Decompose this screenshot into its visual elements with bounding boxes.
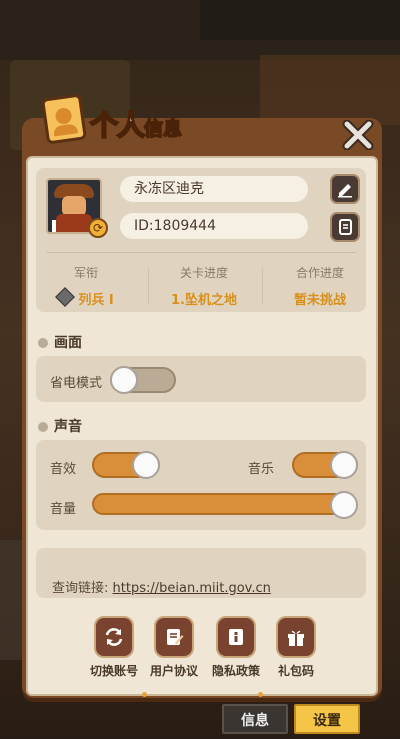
query-link-row: 查询链接: https://beian.miit.gov.cn (52, 581, 271, 596)
user-agreement-icon (167, 629, 184, 645)
profile-card-icon (40, 93, 88, 145)
sfx-label: 音效 (50, 462, 77, 477)
music-toggle[interactable] (292, 451, 358, 479)
slider-knob[interactable] (330, 491, 358, 519)
switch-account-icon (105, 628, 123, 646)
volume-label: 音量 (50, 502, 77, 517)
copy-id-button[interactable] (330, 212, 360, 242)
power-save-label: 省电模式 (50, 376, 103, 391)
pencil-icon (338, 184, 352, 198)
copy-icon (339, 219, 352, 235)
toggle-knob (110, 366, 138, 394)
player-name-field: 永冻区迪克 (120, 176, 308, 202)
user-agreement-button[interactable]: 用户协议 (146, 616, 202, 679)
sfx-toggle[interactable] (92, 451, 160, 479)
bullet-icon (38, 422, 48, 432)
display-section-title: 画面 (38, 332, 82, 352)
toggle-knob (132, 451, 160, 479)
sound-section-title: 声音 (38, 416, 82, 436)
panel-title: 个人信息 (89, 108, 183, 143)
close-button[interactable] (340, 120, 376, 150)
edit-name-button[interactable] (330, 174, 360, 204)
gift-code-button[interactable]: 礼包码 (268, 616, 324, 679)
close-icon (342, 120, 374, 150)
volume-slider[interactable] (92, 491, 358, 519)
privacy-policy-button[interactable]: 隐私政策 (208, 616, 264, 679)
toggle-knob (330, 451, 358, 479)
rank-badge-icon (55, 287, 76, 307)
change-avatar-icon[interactable]: ⟳ (88, 218, 108, 238)
privacy-policy-icon (229, 629, 243, 645)
switch-account-button[interactable]: 切换账号 (86, 616, 142, 679)
tab-settings[interactable]: 设置 (294, 704, 360, 734)
player-id-field: ID:1809444 (120, 213, 308, 239)
music-label: 音乐 (248, 462, 275, 477)
beian-link[interactable]: https://beian.miit.gov.cn (113, 581, 271, 596)
stat-rank: 军衔 列兵 I (36, 264, 136, 308)
power-save-toggle[interactable] (110, 366, 176, 394)
bullet-icon (38, 338, 48, 348)
tab-info[interactable]: 信息 (222, 704, 288, 734)
stat-stage-progress: 关卡进度 1.坠机之地 (171, 266, 237, 308)
gift-icon (288, 630, 304, 646)
stat-coop-progress: 合作进度 暂未挑战 (293, 266, 346, 308)
